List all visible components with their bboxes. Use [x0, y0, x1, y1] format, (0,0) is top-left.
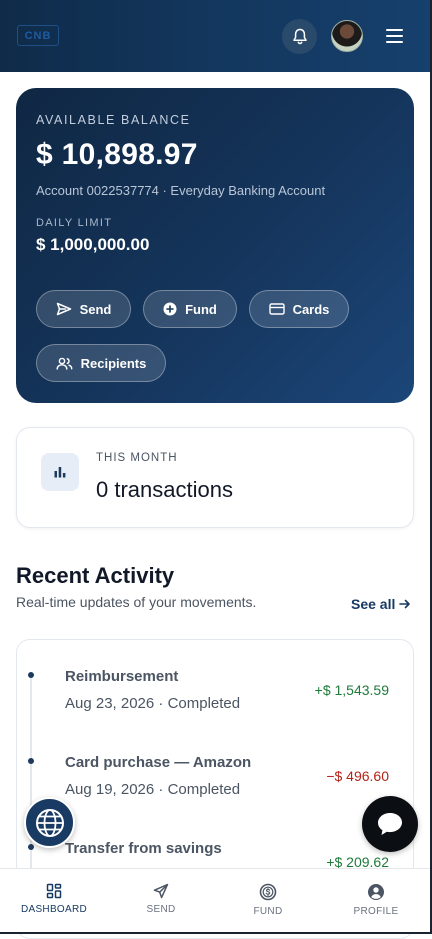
transaction-amount: −$ 496.60	[326, 768, 389, 784]
daily-limit-label: DAILY LIMIT	[36, 217, 113, 229]
menu-button[interactable]	[384, 26, 406, 46]
daily-limit-amount: $ 1,000,000.00	[36, 235, 150, 254]
cards-button-label: Cards	[292, 301, 330, 317]
send-icon	[56, 302, 71, 316]
arrow-right-icon	[399, 599, 411, 609]
balance-amount: $ 10,898.97	[36, 138, 198, 171]
timeline-dot	[28, 844, 34, 850]
see-all-label: See all	[351, 596, 396, 612]
nav-profile[interactable]: PROFILE	[336, 883, 416, 917]
globe-icon	[35, 808, 64, 837]
nav-fund-label: FUND	[253, 906, 283, 917]
this-month-card: THIS MONTH 0 transactions	[16, 427, 414, 528]
dollar-circle-icon	[259, 883, 277, 901]
account-info: Account 0022537774 · Everyday Banking Ac…	[36, 183, 326, 198]
recipients-button-label: Recipients	[80, 355, 147, 371]
transaction-title[interactable]: Transfer from savings	[65, 840, 222, 857]
plus-circle-icon	[163, 302, 177, 316]
timeline-dot	[28, 672, 34, 678]
menu-icon	[386, 29, 403, 43]
nav-dashboard-label: DASHBOARD	[20, 904, 88, 915]
transaction-meta: Aug 23, 2026 · Completed	[65, 695, 241, 712]
nav-send-label: SEND	[146, 904, 176, 915]
see-all-link[interactable]: See all	[351, 596, 411, 612]
chat-button[interactable]	[362, 796, 418, 852]
bottom-navigation: DASHBOARD SEND FUND PROFILE	[0, 868, 430, 933]
nav-dashboard[interactable]: DASHBOARD	[14, 883, 94, 915]
balance-label: AVAILABLE BALANCE	[36, 113, 191, 127]
dashboard-icon	[46, 883, 62, 899]
users-icon	[56, 357, 73, 370]
fund-button-label: Fund	[185, 301, 217, 317]
bell-icon	[292, 28, 307, 44]
top-header: CNB	[0, 0, 430, 72]
nav-send[interactable]: SEND	[121, 883, 201, 915]
recent-activity-title: Recent Activity	[16, 563, 175, 588]
user-icon	[368, 884, 384, 900]
card-icon	[268, 303, 285, 315]
language-button[interactable]	[24, 797, 75, 848]
balance-card: AVAILABLE BALANCE $ 10,898.97 Account 00…	[16, 88, 414, 403]
recent-activity-subtitle: Real-time updates of your movements.	[16, 594, 257, 610]
nav-profile-label: PROFILE	[353, 906, 399, 917]
stats-badge	[41, 453, 79, 491]
send-button[interactable]: Send	[36, 290, 131, 328]
send-button-label: Send	[79, 301, 112, 317]
bar-chart-icon	[54, 467, 66, 478]
transaction-title[interactable]: Reimbursement	[65, 668, 178, 685]
transaction-amount: +$ 1,543.59	[314, 682, 389, 698]
cards-button[interactable]: Cards	[249, 290, 349, 328]
avatar[interactable]	[331, 20, 363, 52]
this-month-label: THIS MONTH	[96, 452, 178, 464]
transactions-count: 0 transactions	[96, 477, 233, 502]
transaction-meta: Aug 19, 2026 · Completed	[65, 781, 241, 798]
timeline-dot	[28, 758, 34, 764]
transaction-title[interactable]: Card purchase — Amazon	[65, 754, 251, 771]
send-icon	[153, 883, 169, 899]
notifications-button[interactable]	[282, 19, 317, 54]
recipients-button[interactable]: Recipients	[36, 344, 166, 382]
fund-button[interactable]: Fund	[143, 290, 237, 328]
bank-logo[interactable]: CNB	[17, 25, 59, 46]
chat-icon	[378, 813, 402, 835]
nav-fund[interactable]: FUND	[228, 883, 308, 917]
